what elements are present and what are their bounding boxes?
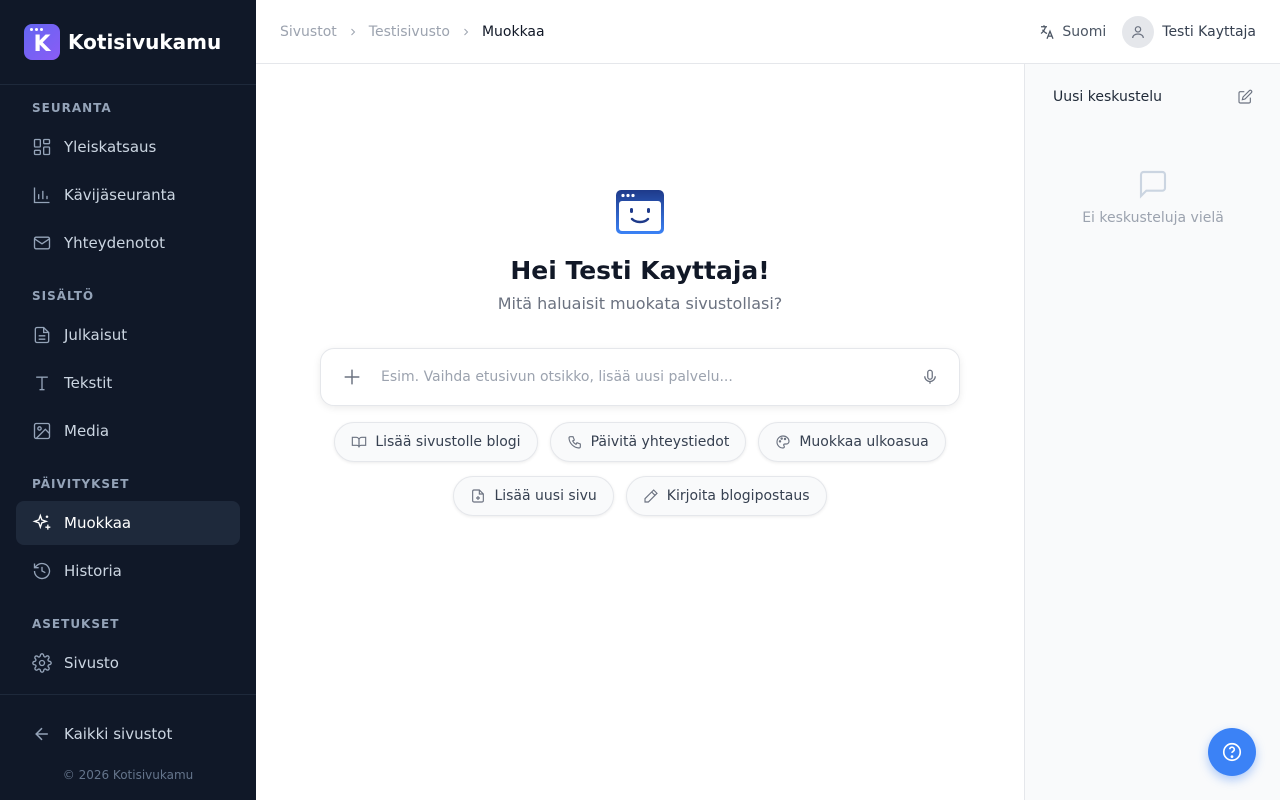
suggestion-add-page[interactable]: Lisää uusi sivu — [453, 476, 614, 516]
sidebar-divider — [0, 694, 256, 695]
sidebar-item-label: Muokkaa — [64, 514, 132, 532]
sparkles-icon — [32, 513, 51, 530]
sidebar-item-label: Media — [64, 422, 110, 440]
image-icon — [33, 422, 51, 440]
suggestions-row: Lisää uusi sivu Kirjoita blogipostaus — [256, 476, 1024, 516]
help-icon — [1222, 742, 1242, 762]
breadcrumb: Sivustot Testisivusto Muokkaa — [280, 24, 545, 40]
back-to-all-sites-link[interactable]: Kaikki sivustot — [16, 712, 240, 756]
file-plus-icon — [472, 489, 485, 503]
edit-icon[interactable] — [1237, 89, 1253, 109]
dashboard-icon — [33, 138, 51, 156]
new-conversation-label[interactable]: Uusi keskustelu — [1053, 89, 1162, 105]
sidebar-item-kavijaseuranta[interactable]: Kävijäseuranta — [16, 173, 240, 217]
main-content: Hei Testi Kayttaja! Mitä haluaisit muoka… — [256, 64, 1024, 800]
copyright: © 2026 Kotisivukamu — [62, 768, 194, 782]
microphone-icon[interactable] — [921, 368, 939, 386]
brand-logo-letter: K — [33, 31, 51, 57]
section-title-seuranta: SEURANTA — [32, 101, 112, 115]
phone-icon — [567, 436, 581, 449]
document-icon — [34, 326, 50, 344]
suggestion-add-blog[interactable]: Lisää sivustolle blogi — [334, 422, 538, 462]
chevron-right-icon — [460, 26, 472, 38]
history-icon — [33, 562, 51, 580]
greeting-heading: Hei Testi Kayttaja! — [510, 256, 770, 285]
avatar — [1122, 15, 1155, 48]
language-label: Suomi — [1062, 23, 1107, 40]
sidebar-item-label: Sivusto — [64, 654, 119, 672]
sidebar-item-sivusto[interactable]: Sivusto — [16, 641, 240, 685]
arrow-left-icon — [35, 727, 48, 741]
suggestion-update-contacts[interactable]: Päivitä yhteystiedot — [549, 422, 747, 462]
sidebar-item-label: Yleiskatsaus — [64, 138, 157, 156]
sidebar-item-muokkaa[interactable]: Muokkaa — [16, 501, 240, 545]
brand-logo: K — [24, 24, 60, 60]
user-icon — [1132, 25, 1145, 38]
plus-icon[interactable] — [341, 366, 363, 388]
chat-bubble-icon — [1137, 168, 1169, 204]
greeting-subtitle: Mitä haluaisit muokata sivustollasi? — [497, 294, 783, 313]
user-menu[interactable]: Testi Kayttaja — [1122, 15, 1256, 48]
mail-icon — [33, 236, 51, 250]
sidebar-item-label: Historia — [64, 562, 122, 580]
translate-icon — [1041, 24, 1054, 39]
brand-name: Kotisivukamu — [68, 30, 222, 54]
text-icon — [36, 376, 48, 391]
sidebar-item-media[interactable]: Media — [16, 409, 240, 453]
suggestion-write-post[interactable]: Kirjoita blogipostaus — [625, 476, 827, 516]
help-button[interactable] — [1208, 728, 1256, 776]
sidebar-item-label: Yhteydenotot — [64, 234, 166, 252]
user-name: Testi Kayttaja — [1162, 23, 1256, 40]
prompt-input[interactable] — [381, 369, 921, 385]
prompt-box — [320, 348, 960, 406]
sidebar-item-tekstit[interactable]: Tekstit — [16, 361, 240, 405]
suggestion-label: Muokkaa ulkoasua — [799, 434, 929, 450]
section-title-asetukset: ASETUKSET — [32, 617, 120, 631]
suggestion-label: Lisää sivustolle blogi — [375, 434, 521, 450]
back-link-label: Kaikki sivustot — [64, 725, 173, 743]
suggestions-row: Lisää sivustolle blogi Päivitä yhteystie… — [256, 422, 1024, 462]
sidebar: K Kotisivukamu SEURANTA Yleiskatsaus Käv… — [0, 0, 256, 800]
section-title-sisalto: SISÄLTÖ — [32, 289, 95, 303]
palette-icon — [776, 435, 790, 449]
browser-smile-icon — [614, 188, 666, 240]
book-icon — [352, 436, 367, 448]
suggestion-label: Kirjoita blogipostaus — [666, 488, 810, 504]
sidebar-item-julkaisut[interactable]: Julkaisut — [16, 313, 240, 357]
topbar: Sivustot Testisivusto Muokkaa Suomi Test… — [256, 0, 1280, 64]
topbar-right: Suomi Testi Kayttaja — [1038, 15, 1256, 48]
language-switcher[interactable]: Suomi — [1038, 23, 1106, 41]
sidebar-item-yhteydenotot[interactable]: Yhteydenotot — [16, 221, 240, 265]
sidebar-item-label: Julkaisut — [64, 326, 128, 344]
sidebar-item-yleiskatsaus[interactable]: Yleiskatsaus — [16, 125, 240, 169]
gear-icon — [32, 653, 52, 673]
suggestion-edit-appearance[interactable]: Muokkaa ulkoasua — [758, 422, 946, 462]
sidebar-item-label: Tekstit — [64, 374, 113, 392]
sidebar-item-label: Kävijäseuranta — [64, 186, 176, 204]
conversations-panel: Uusi keskustelu Ei keskusteluja vielä — [1024, 64, 1280, 800]
suggestion-label: Lisää uusi sivu — [494, 488, 597, 504]
empty-conversations-text: Ei keskusteluja vielä — [1082, 210, 1224, 226]
brand[interactable]: K Kotisivukamu — [0, 0, 256, 85]
suggestion-label: Päivitä yhteystiedot — [590, 434, 730, 450]
section-title-paivitykset: PÄIVITYKSET — [32, 477, 130, 491]
breadcrumb-item-current: Muokkaa — [481, 23, 545, 40]
chevron-right-icon — [347, 26, 359, 38]
breadcrumb-item-testisivusto[interactable]: Testisivusto — [369, 24, 450, 40]
bar-chart-icon — [33, 187, 50, 204]
pencil-icon — [644, 489, 658, 503]
breadcrumb-item-sivustot[interactable]: Sivustot — [280, 24, 337, 40]
sidebar-item-historia[interactable]: Historia — [16, 549, 240, 593]
